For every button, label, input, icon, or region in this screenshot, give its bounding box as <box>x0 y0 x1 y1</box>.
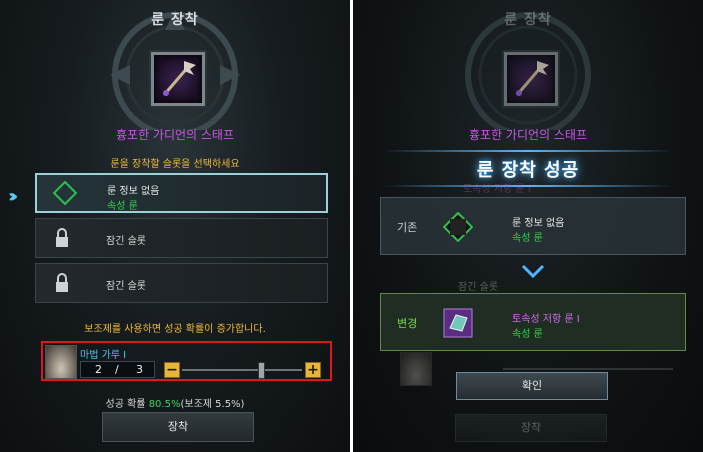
background-slider <box>503 368 673 370</box>
slot-1-type: 속성 룬 <box>107 201 138 212</box>
background-locked-text: 잠긴 슬롯 <box>458 282 498 293</box>
magic-powder-icon <box>45 345 77 379</box>
slot-1-title: 룬 정보 없음 <box>107 186 160 197</box>
success-title: 룬 장착 성공 <box>476 160 580 181</box>
before-rune-name: 룬 정보 없음 <box>512 218 565 229</box>
lock-icon <box>56 273 68 292</box>
before-label: 기존 <box>397 221 418 234</box>
before-rune-type: 속성 룬 <box>512 233 543 244</box>
rune-slot-2[interactable]: 잠긴 슬롯 <box>35 218 328 258</box>
weapon-item-slot <box>151 52 205 106</box>
material-slider-track[interactable] <box>182 369 302 371</box>
screenshot-stage: 룬 장착 흉포한 가디언의 스태프 룬을 장착할 슬롯을 선택하세요 ››› 룬… <box>0 0 703 452</box>
panel-title: 룬 장착 <box>504 12 552 28</box>
success-rate-label: 성공 확률 <box>105 399 149 410</box>
equip-button[interactable]: 장착 <box>102 412 254 442</box>
after-rune-type: 속성 룬 <box>512 329 543 340</box>
rune-success-panel: 룬 장착 흉포한 가디언의 스태프 룬 장착 성공 토속성 저항 룬 I 기존 … <box>353 0 703 452</box>
magic-powder-icon <box>400 352 432 386</box>
background-slot-text: 토속성 저항 룬 I <box>463 184 531 195</box>
empty-rune-diamond-icon <box>53 181 77 205</box>
material-count-current: 2 <box>95 363 102 376</box>
after-label: 변경 <box>397 317 418 330</box>
selected-slot-arrows-icon: ››› <box>8 186 19 207</box>
lock-icon <box>56 228 68 247</box>
increase-button[interactable]: + <box>305 362 321 378</box>
booster-notice: 보조제를 사용하면 성공 확률이 증가합니다. <box>84 324 266 335</box>
background-equip-button: 장착 <box>455 414 607 442</box>
material-count-sep: / <box>115 363 119 376</box>
rune-slot-1[interactable]: 룬 정보 없음 속성 룬 <box>35 173 328 213</box>
staff-icon <box>162 61 196 96</box>
panel-title: 룬 장착 <box>151 12 199 28</box>
confirm-button[interactable]: 확인 <box>456 372 608 400</box>
material-count-field[interactable]: 2 / 3 <box>80 361 155 378</box>
chevron-down-icon <box>521 264 545 278</box>
after-rune-box: 변경 토속성 저항 룬 I 속성 룬 <box>380 293 686 351</box>
before-rune-box: 기존 룬 정보 없음 속성 룬 <box>380 197 686 255</box>
empty-rune-diamond-icon <box>443 212 473 242</box>
rune-slot-3[interactable]: 잠긴 슬롯 <box>35 263 328 303</box>
item-name: 흉포한 가디언의 스태프 <box>115 128 235 142</box>
material-count-max: 3 <box>136 363 143 376</box>
after-rune-name: 토속성 저항 룬 I <box>512 314 580 325</box>
slot-instruction: 룬을 장착할 슬롯을 선택하세요 <box>110 159 240 170</box>
earth-rune-icon <box>443 308 473 338</box>
success-rate-value: 80.5% <box>148 399 181 410</box>
decrease-button[interactable]: − <box>164 362 180 378</box>
success-rate: 성공 확률 80.5%(보조제 5.5%) <box>0 395 350 410</box>
material-name: 마법 가루 I <box>80 350 127 361</box>
staff-icon <box>515 61 549 96</box>
slot-2-locked-label: 잠긴 슬롯 <box>106 236 146 247</box>
rune-equip-panel: 룬 장착 흉포한 가디언의 스태프 룬을 장착할 슬롯을 선택하세요 ››› 룬… <box>0 0 350 452</box>
material-slider-handle[interactable] <box>258 362 265 379</box>
weapon-item-slot <box>504 52 558 106</box>
item-name: 흉포한 가디언의 스태프 <box>468 128 588 142</box>
slot-3-locked-label: 잠긴 슬롯 <box>106 281 146 292</box>
glow-line-top <box>383 150 673 152</box>
success-rate-booster: (보조제 5.5%) <box>180 399 245 410</box>
